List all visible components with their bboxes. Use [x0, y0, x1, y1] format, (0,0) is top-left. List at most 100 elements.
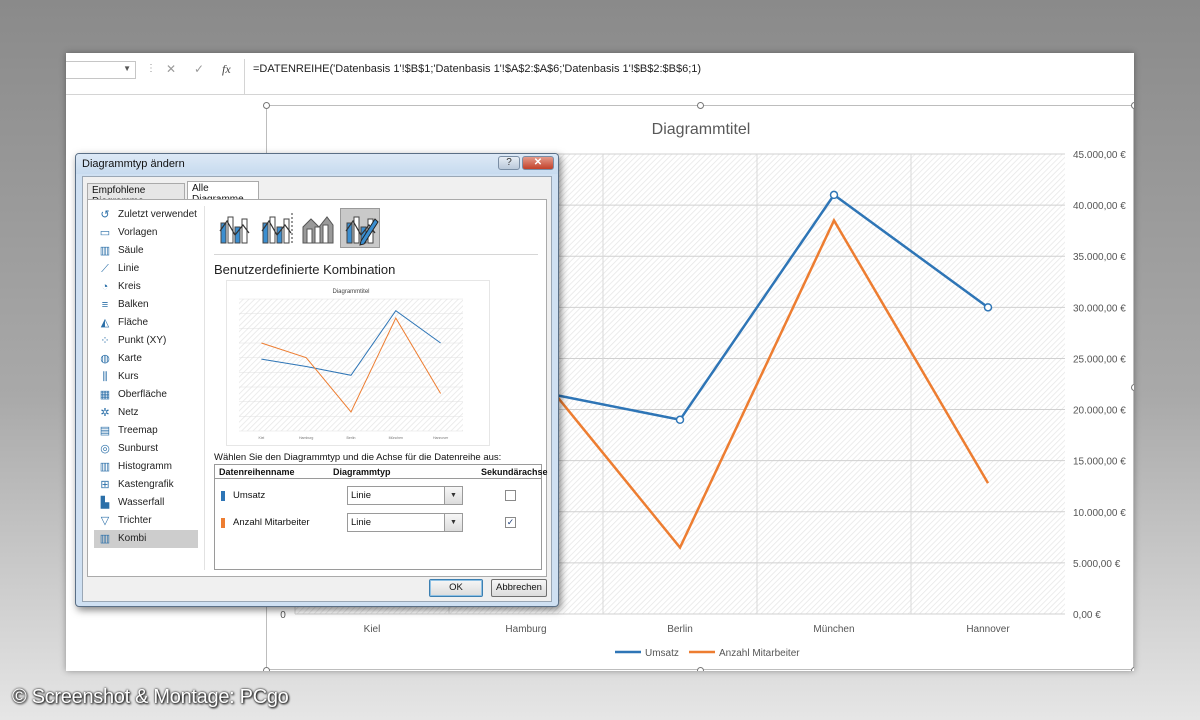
insert-function-button[interactable]: fx [222, 62, 231, 77]
tab-recommended-charts[interactable]: Empfohlene Diagramme [87, 183, 185, 207]
clustered-column-line-secondary-glyph [261, 213, 293, 244]
resize-handle[interactable] [1131, 667, 1134, 671]
y-left-tick-label: 0 [280, 610, 286, 621]
custom-combination-icon[interactable] [340, 208, 380, 248]
dropdown-arrow-icon[interactable]: ▼ [444, 487, 462, 504]
series-name: Anzahl Mitarbeiter [233, 517, 310, 528]
y-tick-label: 25.000,00 € [1073, 354, 1126, 365]
clustered-column-line-icon[interactable] [214, 208, 254, 248]
chart-type-item[interactable]: ◭ Fläche [94, 314, 198, 332]
resize-handle[interactable] [1131, 384, 1134, 391]
name-box[interactable]: ▼ [66, 61, 136, 79]
y-tick-label: 40.000,00 € [1073, 201, 1126, 212]
cancel-formula-button[interactable]: ✕ [166, 62, 176, 76]
series-row: Umsatz Linie ▼ [215, 485, 541, 509]
copyright-watermark: © Screenshot & Montage: PCgo [12, 686, 289, 708]
resize-handle[interactable] [263, 667, 270, 671]
bar-shape [241, 218, 248, 244]
tab-all-charts[interactable]: Alle Diagramme [187, 181, 259, 205]
chart-type-item[interactable]: ▥ Säule [94, 242, 198, 260]
series-color-swatch [221, 518, 225, 528]
resize-handle[interactable] [697, 667, 704, 671]
preview-title: Diagrammtitel [332, 289, 369, 295]
chart-type-label: Karte [118, 353, 142, 364]
chart-type-label: Netz [118, 407, 139, 418]
name-box-dropdown-icon[interactable]: ▼ [123, 64, 131, 73]
chart-type-select[interactable]: Linie ▼ [347, 486, 463, 505]
resize-handle[interactable] [263, 102, 270, 109]
dropdown-arrow-icon[interactable]: ▼ [444, 514, 462, 531]
bar-shape [306, 228, 313, 244]
y-tick-label: 5.000,00 € [1073, 559, 1121, 570]
chart-type-item[interactable]: ⊞ Kastengrafik [94, 476, 198, 494]
y-tick-label: 20.000,00 € [1073, 406, 1126, 417]
resize-handle[interactable] [697, 102, 704, 109]
chart-type-item[interactable]: ▤ Treemap [94, 422, 198, 440]
column-header-secondary-axis: Sekundärachse [481, 467, 548, 477]
y-tick-label: 15.000,00 € [1073, 457, 1126, 468]
treemap-icon: ▤ [99, 425, 111, 437]
chart-title[interactable]: Diagrammtitel [652, 121, 751, 138]
ok-button[interactable]: OK [429, 579, 483, 597]
cancel-button[interactable]: Abbrechen [491, 579, 547, 597]
x-tick-label: Hamburg [505, 624, 546, 635]
y-tick-label: 0,00 € [1073, 610, 1101, 621]
chart-type-item[interactable]: ✲ Netz [94, 404, 198, 422]
map-chart-icon: ◍ [100, 353, 110, 365]
chart-type-item[interactable]: ⫼ Kurs [94, 368, 198, 386]
dialog-body: Empfohlene Diagramme Alle Diagramme ↺ Zul… [82, 176, 552, 602]
column-header-series-name: Datenreihenname [219, 467, 295, 477]
chart-preview: Diagrammtitel Kiel Hamburg Berlin München Han… [226, 280, 490, 446]
chart-type-item[interactable]: ▥ Histogramm [94, 458, 198, 476]
data-point-marker[interactable] [983, 303, 993, 312]
chart-type-item[interactable]: ◍ Karte [94, 350, 198, 368]
clustered-column-line-secondary-icon[interactable] [256, 208, 296, 248]
chart-type-item[interactable]: ▙ Wasserfall [94, 494, 198, 512]
chart-type-item[interactable]: ▭ Vorlagen [94, 224, 198, 242]
chart-type-list: ↺ Zuletzt verwendet ▭ Vorlagen ▥ Säule ⟋ Linie ◔… [94, 206, 198, 548]
chart-type-item[interactable]: ◔ Kreis [94, 278, 198, 296]
y-tick-label: 45.000,00 € [1073, 150, 1126, 161]
formula-input[interactable]: =DATENREIHE('Datenbasis 1'!$B$1;'Datenba… [244, 59, 1134, 95]
preview-x-tick-label: Hamburg [299, 436, 313, 440]
y-tick-label: 10.000,00 € [1073, 508, 1126, 519]
preview-x-tick-label: München [389, 436, 403, 440]
custom-combination-glyph [345, 216, 379, 246]
y-tick-label: 35.000,00 € [1073, 252, 1126, 263]
series-prompt: Wählen Sie den Diagrammtyp und die Achse… [214, 452, 502, 463]
chart-type-label: Treemap [118, 425, 158, 436]
formula-bar: ▼ ⋮ ✕ ✓ fx =DATENREIHE('Datenbasis 1'!$B… [66, 53, 1134, 95]
chart-type-select[interactable]: Linie ▼ [347, 513, 463, 532]
secondary-axis-checkbox[interactable]: ✓ [505, 517, 516, 528]
sunburst-icon: ◎ [100, 443, 110, 455]
resize-handle[interactable] [1131, 102, 1134, 109]
chart-type-label: Kreis [118, 281, 141, 292]
stock-chart-icon: ⫼ [102, 371, 108, 383]
enter-formula-button[interactable]: ✓ [194, 62, 204, 76]
pie-chart-icon: ◔ [101, 281, 109, 293]
chart-type-label: Balken [118, 299, 149, 310]
data-point-marker[interactable] [829, 190, 839, 200]
chart-type-label: Kombi [118, 533, 147, 544]
secondary-axis-checkbox[interactable] [505, 490, 516, 501]
chart-type-item[interactable]: ▥ Kombi [94, 530, 198, 548]
divider [215, 478, 541, 479]
chart-type-item[interactable]: ⁘ Punkt (XY) [94, 332, 198, 350]
formula-bar-grip-icon: ⋮ [146, 63, 156, 74]
stacked-area-column-icon[interactable] [298, 208, 338, 248]
help-button[interactable]: ? [498, 156, 520, 170]
chart-type-label: Vorlagen [118, 227, 158, 238]
chart-type-label: Kastengrafik [118, 479, 174, 490]
bar-chart-icon: ≡ [101, 299, 109, 311]
data-point-marker[interactable] [675, 415, 685, 425]
chart-type-item[interactable]: ≡ Balken [94, 296, 198, 314]
area-chart-icon: ◭ [100, 317, 110, 329]
chart-type-item[interactable]: ▽ Trichter [94, 512, 198, 530]
chart-type-item[interactable]: ◎ Sunburst [94, 440, 198, 458]
close-button[interactable]: ✕ [522, 156, 554, 170]
preview-x-tick-label: Hannover [433, 436, 449, 440]
chart-type-item[interactable]: ⟋ Linie [94, 260, 198, 278]
dialog-titlebar[interactable]: Diagrammtyp ändern ? ✕ [76, 154, 558, 174]
chart-type-item[interactable]: ↺ Zuletzt verwendet [94, 206, 198, 224]
chart-type-item[interactable]: ▦ Oberfläche [94, 386, 198, 404]
